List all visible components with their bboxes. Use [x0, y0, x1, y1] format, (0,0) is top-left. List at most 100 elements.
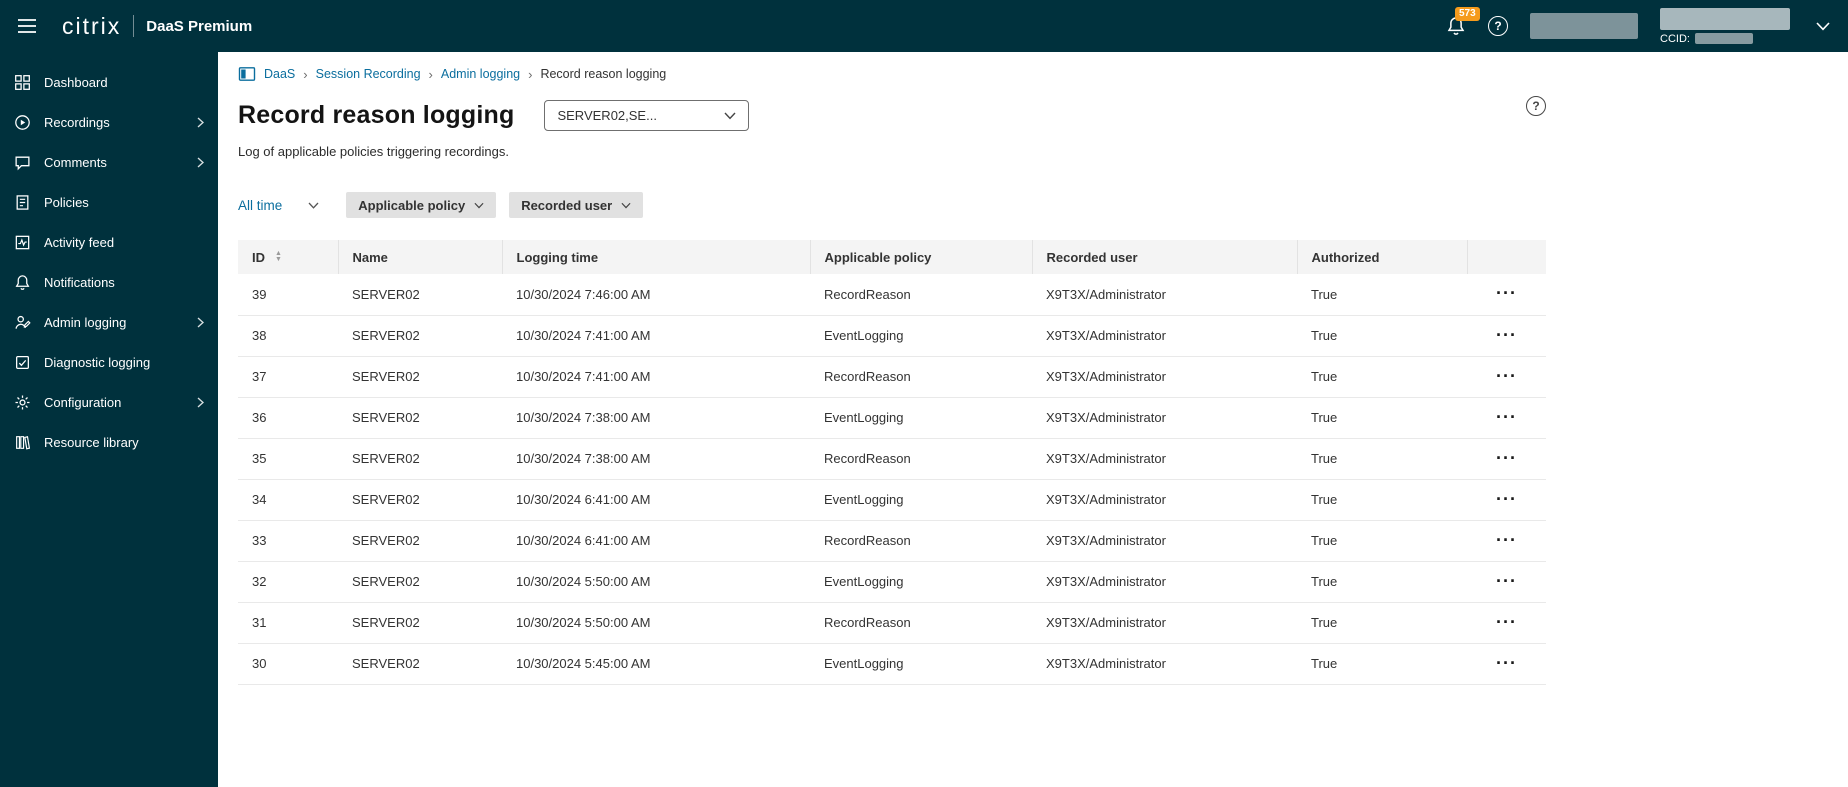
column-header-logging-time[interactable]: Logging time [501, 240, 810, 274]
sidebar-item-label: Notifications [44, 274, 115, 290]
cell-name: SERVER02 [338, 397, 502, 439]
policies-icon [14, 194, 31, 211]
sidebar: Dashboard Recordings Comments Policies Activ… [0, 52, 218, 787]
column-label: Logging time [516, 249, 599, 265]
sidebar-item-label: Resource library [44, 434, 139, 450]
cell-name: SERVER02 [338, 479, 502, 521]
chevron-right-icon: › [428, 66, 433, 82]
row-actions-button[interactable]: ··· [1488, 572, 1525, 590]
table-row: 30 SERVER02 10/30/2024 5:45:00 AM EventLogg… [238, 643, 1546, 685]
sidebar-item-diagnostic-logging[interactable]: Diagnostic logging [0, 342, 218, 382]
cell-id: 32 [238, 561, 338, 603]
sidebar-item-label: Policies [44, 194, 89, 210]
notification-badge: 573 [1455, 7, 1480, 21]
row-actions-button[interactable]: ··· [1488, 531, 1525, 549]
hamburger-icon [18, 19, 36, 33]
cell-name: SERVER02 [338, 602, 502, 644]
table-row: 32 SERVER02 10/30/2024 5:50:00 AM EventLogg… [238, 561, 1546, 603]
cell-id: 36 [238, 397, 338, 439]
cell-id: 30 [238, 643, 338, 685]
breadcrumb-link-session-recording[interactable]: Session Recording [316, 67, 421, 81]
comments-icon [14, 154, 31, 171]
column-header-name[interactable]: Name [337, 240, 502, 274]
brand: citrix DaaS Premium [62, 13, 252, 40]
cell-applicable-policy: EventLogging [810, 479, 1032, 521]
sidebar-item-dashboard[interactable]: Dashboard [0, 62, 218, 102]
row-actions-button[interactable]: ··· [1488, 326, 1525, 344]
page-help-button[interactable]: ? [1526, 96, 1546, 116]
row-actions-button[interactable]: ··· [1488, 367, 1525, 385]
cell-actions: ··· [1467, 438, 1546, 480]
sidebar-item-admin-logging[interactable]: Admin logging [0, 302, 218, 342]
table-body: 39 SERVER02 10/30/2024 7:46:00 AM RecordRea… [238, 274, 1546, 685]
sidebar-item-recordings[interactable]: Recordings [0, 102, 218, 142]
cell-recorded-user: X9T3X/Administrator [1032, 438, 1297, 480]
notifications-button[interactable]: 573 [1446, 7, 1480, 36]
row-actions-button[interactable]: ··· [1488, 408, 1525, 426]
table-row: 35 SERVER02 10/30/2024 7:38:00 AM RecordRea… [238, 438, 1546, 480]
row-actions-button[interactable]: ··· [1488, 284, 1525, 302]
column-label: Applicable policy [824, 249, 932, 265]
sidebar-item-label: Recordings [44, 114, 110, 130]
breadcrumb-link-admin-logging[interactable]: Admin logging [441, 67, 520, 81]
sidebar-item-policies[interactable]: Policies [0, 182, 218, 222]
column-header-recorded-user[interactable]: Recorded user [1031, 240, 1297, 274]
header-help-button[interactable]: ? [1488, 16, 1508, 36]
sidebar-item-activity-feed[interactable]: Activity feed [0, 222, 218, 262]
sidebar-item-resource-library[interactable]: Resource library [0, 422, 218, 462]
column-header-authorized[interactable]: Authorized [1296, 240, 1467, 274]
cell-name: SERVER02 [338, 561, 502, 603]
cell-name: SERVER02 [338, 274, 502, 316]
breadcrumb-link-daas[interactable]: DaaS [264, 67, 295, 81]
top-bar-actions: 573 ? CCID: [1446, 7, 1848, 45]
cell-name: SERVER02 [338, 356, 502, 398]
citrix-logo: citrix [62, 12, 122, 39]
cell-actions: ··· [1467, 520, 1546, 562]
column-header-id[interactable]: ID ▲ ▼ [238, 240, 338, 274]
sidebar-item-label: Comments [44, 154, 107, 170]
cell-id: 35 [238, 438, 338, 480]
row-actions-button[interactable]: ··· [1488, 490, 1525, 508]
server-selector-dropdown[interactable]: SERVER02,SE... [544, 100, 750, 131]
notifications-icon [14, 274, 31, 291]
cell-name: SERVER02 [338, 520, 502, 562]
row-actions-button[interactable]: ··· [1488, 613, 1525, 631]
column-header-actions [1466, 240, 1546, 274]
column-header-applicable-policy[interactable]: Applicable policy [809, 240, 1032, 274]
product-name: DaaS Premium [146, 17, 253, 35]
recorded-user-filter[interactable]: Recorded user [509, 192, 644, 218]
row-actions-button[interactable]: ··· [1488, 449, 1525, 467]
cell-recorded-user: X9T3X/Administrator [1032, 356, 1297, 398]
hamburger-menu-button[interactable] [0, 0, 54, 52]
sidebar-item-comments[interactable]: Comments [0, 142, 218, 182]
column-label: ID [252, 249, 265, 265]
sort-desc-icon: ▼ [275, 256, 282, 263]
resource-library-icon [14, 434, 31, 451]
cell-recorded-user: X9T3X/Administrator [1032, 479, 1297, 521]
row-actions-button[interactable]: ··· [1488, 654, 1525, 672]
chevron-right-icon: › [528, 66, 533, 82]
cell-id: 38 [238, 315, 338, 357]
time-range-filter[interactable]: All time [238, 198, 319, 213]
cell-applicable-policy: EventLogging [810, 561, 1032, 603]
cell-logging-time: 10/30/2024 7:46:00 AM [502, 274, 810, 316]
panel-toggle-icon[interactable] [238, 65, 256, 83]
sidebar-item-configuration[interactable]: Configuration [0, 382, 218, 422]
cell-id: 39 [238, 274, 338, 316]
cell-logging-time: 10/30/2024 6:41:00 AM [502, 479, 810, 521]
cell-name: SERVER02 [338, 315, 502, 357]
applicable-policy-filter[interactable]: Applicable policy [346, 192, 497, 218]
cell-recorded-user: X9T3X/Administrator [1032, 520, 1297, 562]
sidebar-item-notifications[interactable]: Notifications [0, 262, 218, 302]
activity-feed-icon [14, 234, 31, 251]
cell-authorized: True [1297, 643, 1467, 685]
redacted-account-value [1660, 7, 1790, 30]
cell-actions: ··· [1467, 315, 1546, 357]
server-selector-value: SERVER02,SE... [557, 108, 657, 123]
sidebar-item-label: Activity feed [44, 234, 115, 250]
account-menu-chevron[interactable] [1812, 18, 1834, 35]
top-bar: citrix DaaS Premium 573 ? CCID: [0, 0, 1848, 52]
cell-authorized: True [1297, 315, 1467, 357]
cell-recorded-user: X9T3X/Administrator [1032, 397, 1297, 439]
chevron-down-icon [1816, 21, 1830, 30]
